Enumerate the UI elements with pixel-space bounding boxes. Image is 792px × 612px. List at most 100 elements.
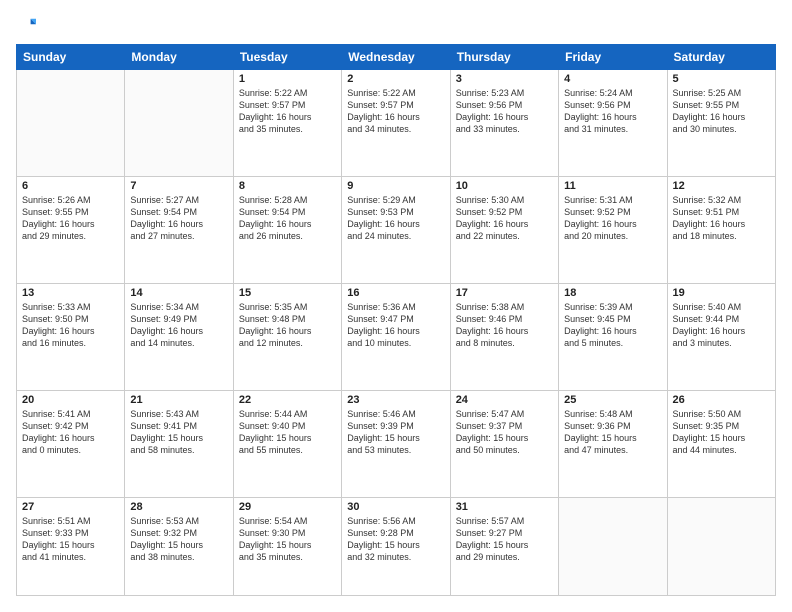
- calendar-cell: 7 Sunrise: 5:27 AM Sunset: 9:54 PM Daylig…: [125, 176, 233, 283]
- calendar-cell: 13Sunrise: 5:33 AM Sunset: 9:50 PM Dayli…: [17, 283, 125, 390]
- day-number: 11: [564, 180, 661, 192]
- calendar-week-row: 13Sunrise: 5:33 AM Sunset: 9:50 PM Dayli…: [17, 283, 776, 390]
- calendar-cell: 30 Sunrise: 5:56 AM Sunset: 9:28 PM Dayli…: [342, 498, 450, 596]
- calendar-cell: 6 Sunrise: 5:26 AM Sunset: 9:55 PM Daylig…: [17, 176, 125, 283]
- day-content: Sunrise: 5:29 AM Sunset: 9:53 PM Dayligh…: [347, 194, 444, 243]
- calendar-cell: 31Sunrise: 5:57 AM Sunset: 9:27 PM Dayli…: [450, 498, 558, 596]
- calendar-cell: [125, 69, 233, 176]
- day-content: Sunrise: 5:50 AM Sunset: 9:35 PM Dayligh…: [673, 408, 770, 457]
- calendar-cell: 22 Sunrise: 5:44 AM Sunset: 9:40 PM Dayli…: [233, 390, 341, 497]
- day-content: Sunrise: 5:30 AM Sunset: 9:52 PM Dayligh…: [456, 194, 553, 243]
- calendar-cell: 4Sunrise: 5:24 AM Sunset: 9:56 PM Daylig…: [559, 69, 667, 176]
- day-number: 22: [239, 394, 336, 406]
- day-content: Sunrise: 5:54 AM Sunset: 9:30 PM Dayligh…: [239, 515, 336, 564]
- day-content: Sunrise: 5:56 AM Sunset: 9:28 PM Dayligh…: [347, 515, 444, 564]
- day-number: 15: [239, 287, 336, 299]
- day-content: Sunrise: 5:53 AM Sunset: 9:32 PM Dayligh…: [130, 515, 227, 564]
- day-content: Sunrise: 5:24 AM Sunset: 9:56 PM Dayligh…: [564, 87, 661, 136]
- calendar-cell: 11 Sunrise: 5:31 AM Sunset: 9:52 PM Dayli…: [559, 176, 667, 283]
- day-content: Sunrise: 5:51 AM Sunset: 9:33 PM Dayligh…: [22, 515, 119, 564]
- calendar-cell: [667, 498, 775, 596]
- calendar-day-header: Thursday: [450, 44, 558, 69]
- day-content: Sunrise: 5:44 AM Sunset: 9:40 PM Dayligh…: [239, 408, 336, 457]
- day-number: 14: [130, 287, 227, 299]
- calendar-week-row: 6 Sunrise: 5:26 AM Sunset: 9:55 PM Daylig…: [17, 176, 776, 283]
- calendar-cell: 5 Sunrise: 5:25 AM Sunset: 9:55 PM Daylig…: [667, 69, 775, 176]
- day-number: 20: [22, 394, 119, 406]
- day-number: 8: [239, 180, 336, 192]
- day-number: 17: [456, 287, 553, 299]
- calendar-week-row: 20 Sunrise: 5:41 AM Sunset: 9:42 PM Dayli…: [17, 390, 776, 497]
- day-content: Sunrise: 5:22 AM Sunset: 9:57 PM Dayligh…: [239, 87, 336, 136]
- calendar-day-header: Tuesday: [233, 44, 341, 69]
- day-number: 10: [456, 180, 553, 192]
- day-number: 6: [22, 180, 119, 192]
- day-content: Sunrise: 5:32 AM Sunset: 9:51 PM Dayligh…: [673, 194, 770, 243]
- day-content: Sunrise: 5:26 AM Sunset: 9:55 PM Dayligh…: [22, 194, 119, 243]
- day-number: 3: [456, 73, 553, 85]
- calendar-day-header: Friday: [559, 44, 667, 69]
- calendar-cell: 18 Sunrise: 5:39 AM Sunset: 9:45 PM Dayli…: [559, 283, 667, 390]
- day-content: Sunrise: 5:28 AM Sunset: 9:54 PM Dayligh…: [239, 194, 336, 243]
- day-number: 25: [564, 394, 661, 406]
- day-number: 29: [239, 501, 336, 513]
- day-content: Sunrise: 5:43 AM Sunset: 9:41 PM Dayligh…: [130, 408, 227, 457]
- calendar-cell: 21 Sunrise: 5:43 AM Sunset: 9:41 PM Dayli…: [125, 390, 233, 497]
- day-content: Sunrise: 5:22 AM Sunset: 9:57 PM Dayligh…: [347, 87, 444, 136]
- day-content: Sunrise: 5:47 AM Sunset: 9:37 PM Dayligh…: [456, 408, 553, 457]
- header: [16, 16, 776, 36]
- day-number: 27: [22, 501, 119, 513]
- day-number: 23: [347, 394, 444, 406]
- day-number: 2: [347, 73, 444, 85]
- calendar-cell: 25Sunrise: 5:48 AM Sunset: 9:36 PM Dayli…: [559, 390, 667, 497]
- day-content: Sunrise: 5:38 AM Sunset: 9:46 PM Dayligh…: [456, 301, 553, 350]
- calendar-cell: 3Sunrise: 5:23 AM Sunset: 9:56 PM Daylig…: [450, 69, 558, 176]
- day-number: 18: [564, 287, 661, 299]
- calendar-cell: 29 Sunrise: 5:54 AM Sunset: 9:30 PM Dayli…: [233, 498, 341, 596]
- day-content: Sunrise: 5:31 AM Sunset: 9:52 PM Dayligh…: [564, 194, 661, 243]
- calendar-cell: 28 Sunrise: 5:53 AM Sunset: 9:32 PM Dayli…: [125, 498, 233, 596]
- day-number: 1: [239, 73, 336, 85]
- logo: [16, 16, 36, 36]
- calendar-cell: 15 Sunrise: 5:35 AM Sunset: 9:48 PM Dayli…: [233, 283, 341, 390]
- calendar-cell: [559, 498, 667, 596]
- day-number: 26: [673, 394, 770, 406]
- day-content: Sunrise: 5:46 AM Sunset: 9:39 PM Dayligh…: [347, 408, 444, 457]
- calendar-header-row: SundayMondayTuesdayWednesdayThursdayFrid…: [17, 44, 776, 69]
- calendar-cell: 12Sunrise: 5:32 AM Sunset: 9:51 PM Dayli…: [667, 176, 775, 283]
- day-number: 7: [130, 180, 227, 192]
- calendar-cell: 27 Sunrise: 5:51 AM Sunset: 9:33 PM Dayli…: [17, 498, 125, 596]
- day-content: Sunrise: 5:35 AM Sunset: 9:48 PM Dayligh…: [239, 301, 336, 350]
- calendar-cell: 23 Sunrise: 5:46 AM Sunset: 9:39 PM Dayli…: [342, 390, 450, 497]
- logo-icon: [18, 17, 36, 35]
- calendar-day-header: Monday: [125, 44, 233, 69]
- day-number: 31: [456, 501, 553, 513]
- day-content: Sunrise: 5:27 AM Sunset: 9:54 PM Dayligh…: [130, 194, 227, 243]
- calendar-day-header: Sunday: [17, 44, 125, 69]
- calendar-cell: 9Sunrise: 5:29 AM Sunset: 9:53 PM Daylig…: [342, 176, 450, 283]
- day-number: 5: [673, 73, 770, 85]
- calendar-table: SundayMondayTuesdayWednesdayThursdayFrid…: [16, 44, 776, 596]
- day-number: 21: [130, 394, 227, 406]
- day-content: Sunrise: 5:25 AM Sunset: 9:55 PM Dayligh…: [673, 87, 770, 136]
- day-number: 28: [130, 501, 227, 513]
- calendar-day-header: Saturday: [667, 44, 775, 69]
- calendar-week-row: 27 Sunrise: 5:51 AM Sunset: 9:33 PM Dayli…: [17, 498, 776, 596]
- day-content: Sunrise: 5:34 AM Sunset: 9:49 PM Dayligh…: [130, 301, 227, 350]
- day-content: Sunrise: 5:36 AM Sunset: 9:47 PM Dayligh…: [347, 301, 444, 350]
- calendar-cell: 20 Sunrise: 5:41 AM Sunset: 9:42 PM Dayli…: [17, 390, 125, 497]
- calendar-cell: 19Sunrise: 5:40 AM Sunset: 9:44 PM Dayli…: [667, 283, 775, 390]
- day-number: 16: [347, 287, 444, 299]
- calendar-day-header: Wednesday: [342, 44, 450, 69]
- calendar-cell: 16 Sunrise: 5:36 AM Sunset: 9:47 PM Dayli…: [342, 283, 450, 390]
- day-number: 13: [22, 287, 119, 299]
- calendar-week-row: 1 Sunrise: 5:22 AM Sunset: 9:57 PM Daylig…: [17, 69, 776, 176]
- calendar-cell: 10 Sunrise: 5:30 AM Sunset: 9:52 PM Dayli…: [450, 176, 558, 283]
- day-number: 30: [347, 501, 444, 513]
- calendar-cell: 1 Sunrise: 5:22 AM Sunset: 9:57 PM Daylig…: [233, 69, 341, 176]
- day-content: Sunrise: 5:39 AM Sunset: 9:45 PM Dayligh…: [564, 301, 661, 350]
- calendar-cell: 26 Sunrise: 5:50 AM Sunset: 9:35 PM Dayli…: [667, 390, 775, 497]
- day-content: Sunrise: 5:40 AM Sunset: 9:44 PM Dayligh…: [673, 301, 770, 350]
- calendar-cell: [17, 69, 125, 176]
- day-content: Sunrise: 5:41 AM Sunset: 9:42 PM Dayligh…: [22, 408, 119, 457]
